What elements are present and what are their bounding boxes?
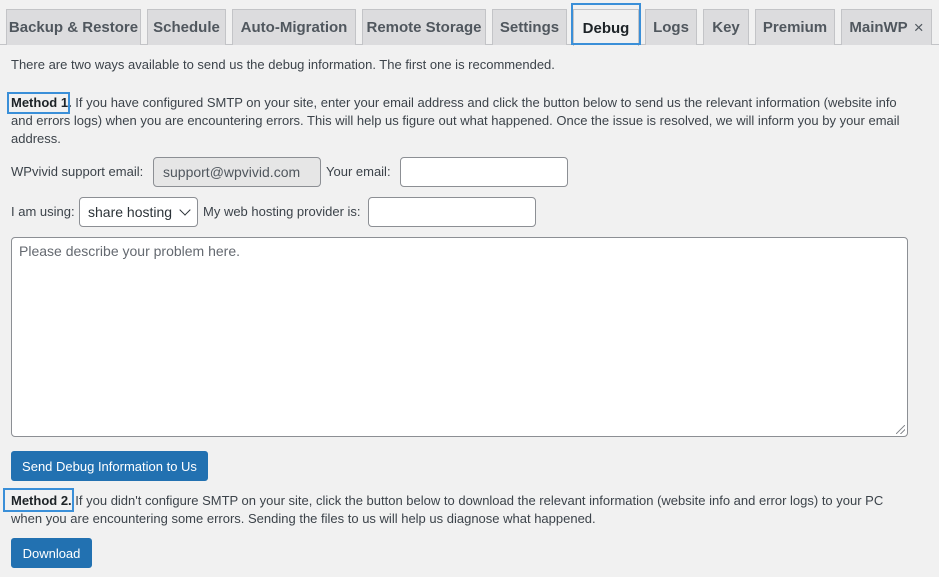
hosting-type-selected: share hosting xyxy=(88,204,173,220)
tab-auto-migration[interactable]: Auto-Migration xyxy=(232,9,356,45)
method1-paragraph: Method 1. If you have configured SMTP on… xyxy=(11,94,911,148)
tab-logs[interactable]: Logs xyxy=(645,9,697,45)
tab-schedule[interactable]: Schedule xyxy=(147,9,226,45)
method2-text-line2: when you are encountering some errors. S… xyxy=(11,511,596,526)
method2-paragraph: Method 2. If you didn't configure SMTP o… xyxy=(11,492,911,528)
method1-text-line3: address. xyxy=(11,131,61,146)
method2-label: Method 2. xyxy=(11,493,72,508)
chevron-down-icon xyxy=(179,204,191,216)
close-icon[interactable]: × xyxy=(914,18,924,38)
method1-text-line2: and errors logs) when you are encounteri… xyxy=(11,113,900,128)
method2-text-line1: If you didn't configure SMTP on your sit… xyxy=(71,493,884,508)
using-label: I am using: xyxy=(11,204,75,219)
method1-label: Method 1. xyxy=(11,95,72,110)
your-email-field[interactable] xyxy=(400,157,568,187)
tab-settings[interactable]: Settings xyxy=(492,9,567,45)
tab-key[interactable]: Key xyxy=(703,9,749,45)
tab-bar: Backup & Restore Schedule Auto-Migration… xyxy=(0,0,939,46)
intro-text: There are two ways available to send us … xyxy=(11,57,555,72)
send-debug-button[interactable]: Send Debug Information to Us xyxy=(11,451,208,481)
provider-label: My web hosting provider is: xyxy=(203,204,361,219)
resize-handle-icon[interactable] xyxy=(896,425,905,434)
your-email-label: Your email: xyxy=(326,164,391,179)
tab-premium[interactable]: Premium xyxy=(755,9,835,45)
tab-remote-storage[interactable]: Remote Storage xyxy=(362,9,486,45)
tab-mainwp[interactable]: MainWP × xyxy=(841,9,932,45)
support-email-label: WPvivid support email: xyxy=(11,164,144,179)
hosting-provider-field[interactable] xyxy=(368,197,536,227)
problem-description-textarea[interactable]: Please describe your problem here. xyxy=(11,237,908,437)
tab-debug[interactable]: Debug xyxy=(573,9,639,46)
tab-mainwp-label: MainWP xyxy=(849,19,908,36)
method1-text-line1: If you have configured SMTP on your site… xyxy=(71,95,897,110)
hosting-type-select[interactable]: share hosting xyxy=(79,197,198,227)
support-email-field: support@wpvivid.com xyxy=(153,157,321,187)
tab-backup-restore[interactable]: Backup & Restore xyxy=(6,9,141,45)
debug-page: Backup & Restore Schedule Auto-Migration… xyxy=(0,0,939,577)
problem-placeholder: Please describe your problem here. xyxy=(19,243,241,259)
download-button[interactable]: Download xyxy=(11,538,92,568)
